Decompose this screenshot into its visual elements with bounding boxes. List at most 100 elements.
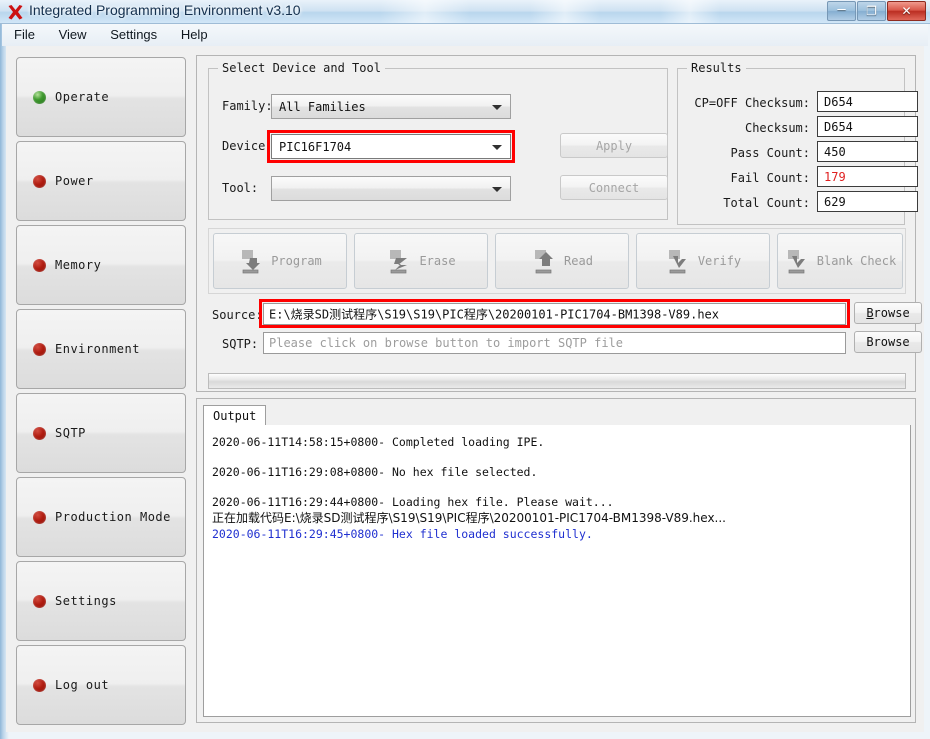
main-content: Select Device and Tool Family: All Famil…	[196, 55, 916, 723]
minimize-button[interactable]: –	[827, 1, 856, 21]
verify-button[interactable]: Verify	[636, 233, 770, 289]
status-dot-red-icon	[33, 679, 46, 692]
blank-check-button[interactable]: Blank Check	[777, 233, 903, 289]
family-dropdown[interactable]: All Families	[271, 94, 511, 119]
source-label: Source:	[212, 308, 263, 322]
sqtp-browse-label: Browse	[855, 335, 921, 349]
maximize-button[interactable]: ❐	[857, 1, 886, 21]
operate-panel: Select Device and Tool Family: All Famil…	[196, 55, 916, 392]
device-label: Device:	[222, 139, 273, 153]
tool-label: Tool:	[222, 181, 258, 195]
sidebar-item-production-mode[interactable]: Production Mode	[16, 477, 186, 557]
sidebar-item-log-out[interactable]: Log out	[16, 645, 186, 725]
device-dropdown[interactable]: PIC16F1704	[271, 134, 511, 159]
device-value: PIC16F1704	[279, 140, 351, 154]
chevron-down-icon	[492, 145, 502, 150]
close-button[interactable]: ✕	[887, 1, 926, 21]
sidebar-item-power[interactable]: Power	[16, 141, 186, 221]
sidebar: Operate Power Memory Environment	[16, 57, 188, 722]
source-browse-label: Browse	[855, 306, 921, 320]
maximize-icon: ❐	[858, 5, 885, 17]
sqtp-input[interactable]: Please click on browse button to import …	[263, 332, 846, 354]
sqtp-label: SQTP:	[222, 337, 258, 351]
sidebar-item-label: SQTP	[55, 426, 86, 440]
tool-dropdown[interactable]	[271, 176, 511, 201]
log-line: 2020-06-11T16:29:44+0800- Loading hex fi…	[212, 494, 902, 510]
sidebar-item-operate[interactable]: Operate	[16, 57, 186, 137]
sidebar-item-label: Memory	[55, 258, 101, 272]
checksum-label: Checksum:	[682, 121, 810, 135]
apply-button[interactable]: Apply	[560, 133, 668, 158]
blank-check-button-label: Blank Check	[817, 254, 896, 268]
sidebar-item-label: Log out	[55, 678, 109, 692]
cp-off-checksum-field: D654	[817, 91, 918, 112]
output-panel: Output 2020-06-11T14:58:15+0800- Complet…	[196, 398, 916, 723]
status-dot-red-icon	[33, 595, 46, 608]
sidebar-item-memory[interactable]: Memory	[16, 225, 186, 305]
connect-button-label: Connect	[561, 181, 667, 195]
log-line: 2020-06-11T16:29:08+0800- No hex file se…	[212, 464, 902, 480]
sidebar-item-label: Operate	[55, 90, 109, 104]
sidebar-item-environment[interactable]: Environment	[16, 309, 186, 389]
minimize-icon: –	[828, 2, 855, 17]
chip-erase-icon	[386, 248, 412, 274]
log-line: 2020-06-11T14:58:15+0800- Completed load…	[212, 434, 902, 450]
cp-off-checksum-value: D654	[824, 95, 853, 109]
output-log[interactable]: 2020-06-11T14:58:15+0800- Completed load…	[203, 425, 911, 717]
action-button-bar: Program Erase	[208, 228, 906, 294]
sidebar-item-sqtp[interactable]: SQTP	[16, 393, 186, 473]
menu-item-settings[interactable]: Settings	[103, 24, 164, 46]
sidebar-item-label: Power	[55, 174, 94, 188]
sidebar-item-label: Settings	[55, 594, 117, 608]
group-title: Results	[687, 61, 746, 75]
status-dot-red-icon	[33, 259, 46, 272]
menu-item-help[interactable]: Help	[174, 24, 215, 46]
sqtp-input-placeholder: Please click on browse button to import …	[269, 336, 841, 350]
output-tab-strip: Output	[203, 405, 911, 426]
total-count-label: Total Count:	[682, 196, 810, 210]
log-line: 2020-06-11T16:29:45+0800- Hex file loade…	[212, 526, 902, 542]
fail-count-label: Fail Count:	[682, 171, 810, 185]
total-count-value: 629	[824, 195, 846, 209]
read-button[interactable]: Read	[495, 233, 629, 289]
program-button[interactable]: Program	[213, 233, 347, 289]
group-title: Select Device and Tool	[218, 61, 385, 75]
title-bar: Integrated Programming Environment v3.10…	[0, 0, 930, 24]
total-count-field: 629	[817, 191, 918, 212]
menu-item-file[interactable]: File	[7, 24, 42, 46]
source-browse-button[interactable]: Browse	[854, 302, 922, 324]
cp-off-checksum-label: CP=OFF Checksum:	[682, 96, 810, 110]
pass-count-field: 450	[817, 141, 918, 162]
sidebar-item-settings[interactable]: Settings	[16, 561, 186, 641]
results-group: Results CP=OFF Checksum: D654 Checksum: …	[677, 68, 905, 225]
status-dot-red-icon	[33, 175, 46, 188]
erase-button[interactable]: Erase	[354, 233, 488, 289]
menu-item-view[interactable]: View	[52, 24, 94, 46]
connect-button[interactable]: Connect	[560, 175, 668, 200]
erase-button-label: Erase	[419, 254, 455, 268]
chip-check-icon	[784, 248, 810, 274]
source-input-value: E:\烧录SD测试程序\S19\S19\PIC程序\20200101-PIC17…	[269, 306, 841, 323]
apply-button-label: Apply	[561, 139, 667, 153]
chevron-down-icon	[492, 105, 502, 110]
checksum-value: D654	[824, 120, 853, 134]
chip-check-icon	[665, 248, 691, 274]
log-line: 正在加载代码E:\烧录SD测试程序\S19\S19\PIC程序\20200101…	[212, 510, 902, 526]
close-icon: ✕	[888, 5, 925, 17]
sidebar-item-label: Environment	[55, 342, 140, 356]
microchip-logo-icon	[7, 4, 24, 21]
application-window: Integrated Programming Environment v3.10…	[0, 0, 930, 739]
verify-button-label: Verify	[698, 254, 741, 268]
status-dot-green-icon	[33, 91, 46, 104]
source-input[interactable]: E:\烧录SD测试程序\S19\S19\PIC程序\20200101-PIC17…	[263, 303, 846, 325]
checksum-field: D654	[817, 116, 918, 137]
chip-down-arrow-icon	[238, 248, 264, 274]
chip-up-arrow-icon	[531, 248, 557, 274]
status-dot-red-icon	[33, 511, 46, 524]
tab-output[interactable]: Output	[203, 405, 266, 426]
sidebar-item-label: Production Mode	[55, 510, 171, 524]
sqtp-browse-button[interactable]: Browse	[854, 331, 922, 353]
program-button-label: Program	[271, 254, 322, 268]
status-dot-red-icon	[33, 427, 46, 440]
read-button-label: Read	[564, 254, 593, 268]
